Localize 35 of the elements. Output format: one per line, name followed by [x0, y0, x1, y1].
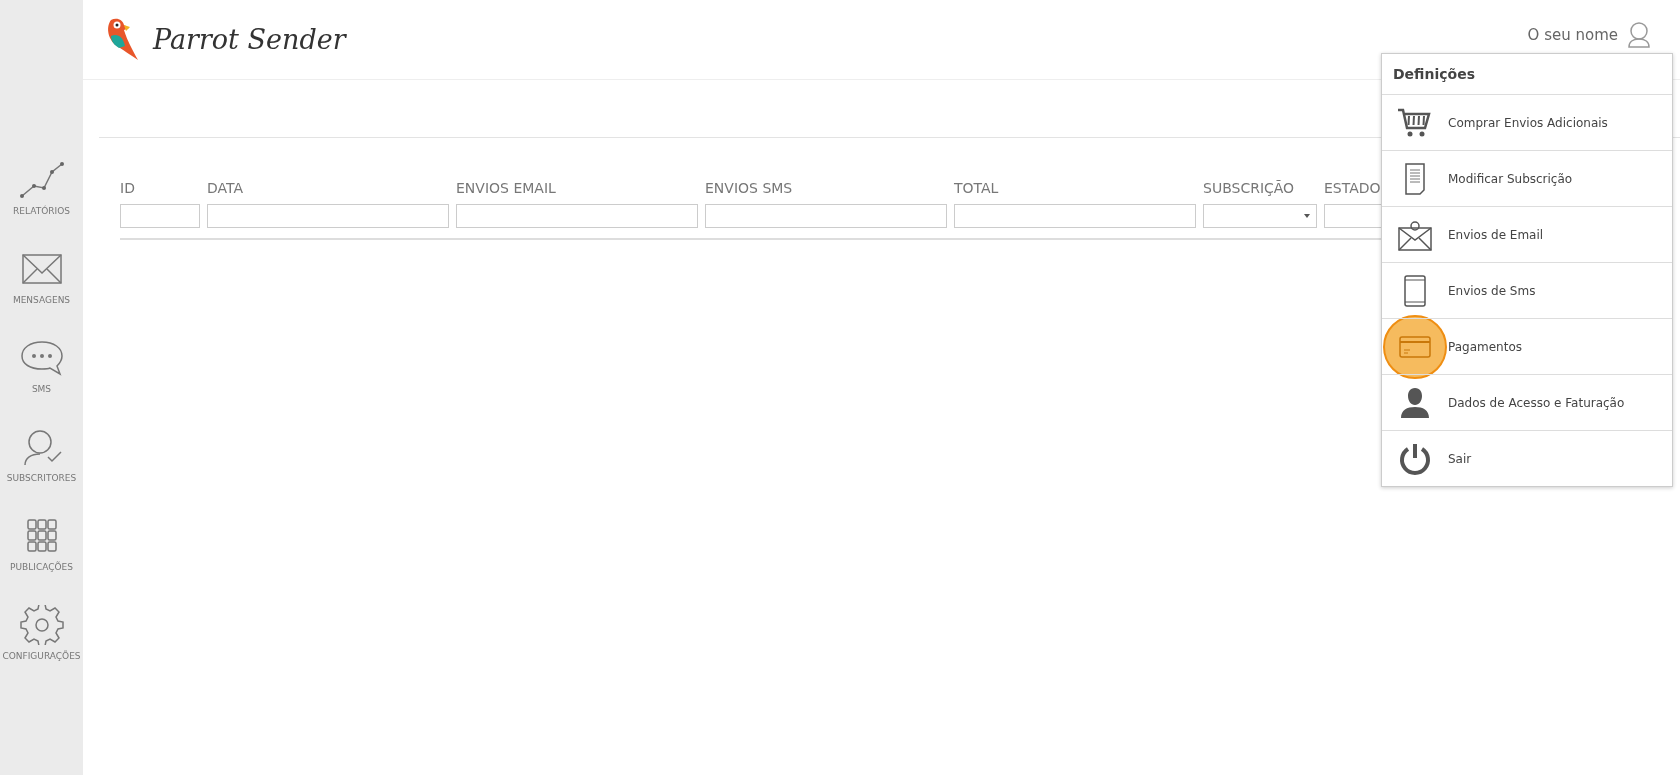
column-header: TOTAL: [954, 180, 1000, 198]
menu-item[interactable]: Sair: [1382, 431, 1672, 486]
sidebar-item[interactable]: PUBLICAÇÕES: [0, 516, 83, 572]
sidebar-item[interactable]: MENSAGENS: [0, 249, 83, 305]
column-header: SUBSCRIÇÃO: [1203, 180, 1296, 198]
column-header: ENVIOS EMAIL: [456, 180, 557, 198]
column-header: ESTADO: [1324, 180, 1382, 198]
menu-item[interactable]: Envios de Sms: [1382, 263, 1672, 319]
column-header: ENVIOS SMS: [705, 180, 794, 198]
logo-text: Parrot Sender: [153, 24, 346, 55]
power-icon: [1397, 441, 1433, 476]
filter-input[interactable]: [705, 204, 947, 228]
filter-input[interactable]: [120, 204, 200, 228]
column-header: ID: [120, 180, 136, 198]
filter-dropdown[interactable]: [1203, 204, 1317, 228]
menu-title: Definições: [1382, 54, 1672, 95]
settings-icon: [18, 605, 65, 645]
menu-item[interactable]: Dados de Acesso e Faturação: [1382, 375, 1672, 431]
menu-item[interactable]: Comprar Envios Adicionais: [1382, 95, 1672, 151]
sidebar-item[interactable]: SUBSCRITORES: [0, 427, 83, 483]
sidebar-item[interactable]: CONFIGURAÇÕES: [0, 605, 83, 661]
user-avatar-icon[interactable]: [1626, 20, 1652, 49]
dropdown-caret-icon: [1304, 214, 1310, 218]
sidebar-item[interactable]: SMS: [0, 338, 83, 394]
filter-input[interactable]: [954, 204, 1196, 228]
sidebar-item[interactable]: RELATÓRIOS: [0, 160, 83, 216]
chat-bubble-icon: [18, 338, 65, 378]
filter-input[interactable]: [456, 204, 698, 228]
menu-item[interactable]: Modificar Subscrição: [1382, 151, 1672, 207]
menu-item[interactable]: Pagamentos: [1382, 319, 1672, 375]
menu-item[interactable]: Envios de Email: [1382, 207, 1672, 263]
filter-input[interactable]: [207, 204, 449, 228]
user-name[interactable]: O seu nome: [1527, 25, 1618, 44]
line-chart-icon: [18, 160, 65, 200]
column-header: DATA: [207, 180, 245, 198]
